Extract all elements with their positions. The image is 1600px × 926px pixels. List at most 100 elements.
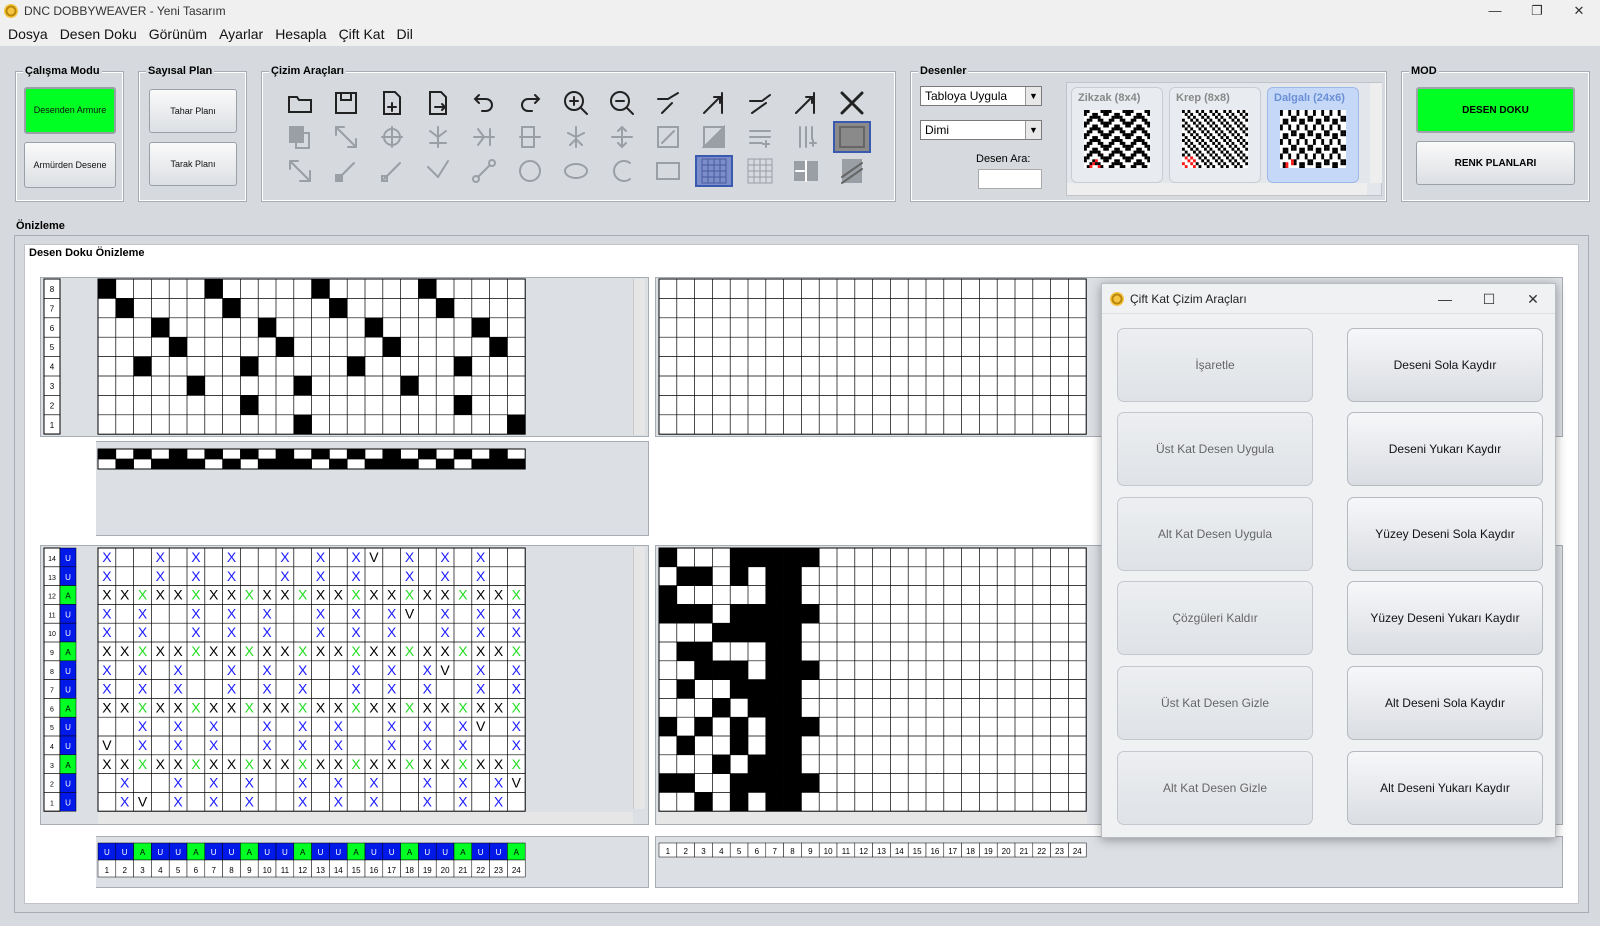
pattern-cell-mark: X [387, 681, 397, 697]
right-index-num: 6 [755, 847, 760, 856]
pattern-cell-mark: X [120, 699, 130, 715]
pattern-grid[interactable]: X X X X X X X V X X XX X X X X X X X X XX X X X X X X X X X X X X X X X X X X… [97, 547, 526, 812]
app-icon [1110, 291, 1124, 306]
right-weave-grid[interactable] [658, 547, 1087, 812]
dialog-minimize-button[interactable]: — [1423, 284, 1467, 314]
pattern-cell-mark: X [120, 756, 130, 772]
armure-vscroll[interactable] [633, 279, 645, 435]
armure-row-label: 3 [50, 382, 55, 391]
right-index-num: 1 [666, 847, 671, 856]
pattern-cell-mark: X [423, 643, 433, 659]
pattern-cell-mark: X [102, 699, 112, 715]
pattern-cell-mark: X [298, 699, 308, 715]
pattern-cell-mark: X [298, 662, 308, 678]
pattern-cell-mark: X [262, 699, 272, 715]
alt-kat-desen-uygula-button[interactable]: Alt Kat Desen Uygula [1117, 497, 1313, 571]
pattern-cell-mark: X [245, 756, 255, 772]
pattern-cell-mark: X [440, 568, 450, 584]
isaretle-button[interactable]: İşaretle [1117, 328, 1313, 402]
pattern-cell-mark: X [156, 643, 166, 659]
bottom-flag: U [211, 848, 217, 857]
right-index-num: 18 [966, 847, 975, 856]
pattern-cell-mark: X [138, 624, 148, 640]
pattern-cell-mark: X [458, 793, 468, 809]
pattern-cell-mark: X [405, 699, 415, 715]
dialog-maximize-button[interactable]: ☐ [1467, 284, 1511, 314]
pattern-cell-mark: X [138, 681, 148, 697]
pattern-cell-mark: X [369, 643, 379, 659]
pattern-cell-mark: X [156, 699, 166, 715]
pattern-row-label: 4 [50, 744, 54, 751]
pattern-cell-mark: X [316, 643, 326, 659]
pattern-cell-mark: X [280, 587, 290, 603]
pattern-cell-mark: X [102, 681, 112, 697]
yuzey-deseni-yukari-kaydir-button[interactable]: Yüzey Deseni Yukarı Kaydır [1347, 581, 1543, 655]
right-index-num: 2 [683, 847, 688, 856]
alt-deseni-sola-kaydir-button[interactable]: Alt Deseni Sola Kaydır [1347, 666, 1543, 740]
pattern-cell-mark: X [227, 549, 237, 565]
pattern-cell-mark: X [369, 775, 379, 791]
bottom-num: 16 [369, 866, 378, 875]
pattern-row-flag: A [65, 648, 71, 657]
pattern-cell-mark: X [245, 699, 255, 715]
right-index-num: 11 [842, 847, 851, 856]
weave-hscroll[interactable] [657, 812, 1087, 824]
deseni-sola-kaydir-button[interactable]: Deseni Sola Kaydır [1347, 328, 1543, 402]
pattern-cell-mark: X [476, 681, 486, 697]
pattern-row-label: 6 [50, 706, 54, 713]
pattern-cell-mark: X [138, 718, 148, 734]
dialog-close-button[interactable]: ✕ [1511, 284, 1555, 314]
pattern-cell-mark: X [316, 605, 326, 621]
right-index-num: 8 [790, 847, 795, 856]
pattern-cell-mark: X [298, 643, 308, 659]
pattern-cell-mark: X [440, 549, 450, 565]
pattern-cell-mark: X [334, 756, 344, 772]
pattern-row-label: 12 [48, 594, 56, 601]
pattern-cell-mark: X [120, 643, 130, 659]
pattern-cell-mark: X [476, 568, 486, 584]
bottom-flag: U [389, 848, 395, 857]
alt-deseni-yukari-kaydir-button[interactable]: Alt Deseni Yukarı Kaydır [1347, 751, 1543, 825]
pattern-row-flag: A [65, 704, 71, 713]
pattern-vscroll[interactable] [633, 547, 645, 809]
pattern-cell-mark: X [476, 549, 486, 565]
cozguleri-kaldir-button[interactable]: Çözgüleri Kaldır [1117, 581, 1313, 655]
pattern-cell-mark: X [316, 624, 326, 640]
pattern-cell-mark: X [262, 605, 272, 621]
pattern-row-flag: A [65, 592, 71, 601]
bottom-flag: U [264, 848, 270, 857]
pattern-cell-mark: X [334, 699, 344, 715]
pattern-cell-mark: X [316, 699, 326, 715]
yuzey-deseni-sola-kaydir-button[interactable]: Yüzey Deseni Sola Kaydır [1347, 497, 1543, 571]
pattern-cell-mark: X [173, 775, 183, 791]
pattern-cell-mark: X [191, 624, 201, 640]
armure-grid[interactable] [97, 278, 526, 435]
pattern-row-flag: A [65, 761, 71, 770]
pattern-cell-mark: X [387, 737, 397, 753]
ust-kat-desen-uygula-button[interactable]: Üst Kat Desen Uygula [1117, 412, 1313, 486]
deseni-yukari-kaydir-button[interactable]: Deseni Yukarı Kaydır [1347, 412, 1543, 486]
pattern-cell-mark: X [191, 549, 201, 565]
ust-kat-desen-gizle-button[interactable]: Üst Kat Desen Gizle [1117, 666, 1313, 740]
pattern-cell-mark: V [369, 549, 379, 565]
pattern-cell-mark: X [405, 549, 415, 565]
pattern-row-flag: U [65, 723, 71, 732]
pattern-row-label: 13 [48, 575, 56, 582]
right-index-num: 9 [808, 847, 813, 856]
bottom-flag: A [353, 848, 359, 857]
pattern-hscroll[interactable] [98, 812, 633, 824]
pattern-row-label: 5 [50, 725, 54, 732]
right-top-grid[interactable] [658, 278, 1087, 435]
alt-kat-desen-gizle-button[interactable]: Alt Kat Desen Gizle [1117, 751, 1313, 825]
pattern-cell-mark: X [262, 756, 272, 772]
pattern-cell-mark: X [405, 587, 415, 603]
pattern-cell-mark: V [476, 718, 486, 734]
right-index-num: 13 [877, 847, 886, 856]
pattern-cell-mark: X [138, 756, 148, 772]
pattern-row-flag: U [65, 667, 71, 676]
pattern-cell-mark: X [191, 605, 201, 621]
tahar-grid[interactable] [97, 448, 526, 470]
pattern-cell-mark: X [191, 568, 201, 584]
pattern-cell-mark: X [138, 662, 148, 678]
pattern-cell-mark: X [316, 587, 326, 603]
